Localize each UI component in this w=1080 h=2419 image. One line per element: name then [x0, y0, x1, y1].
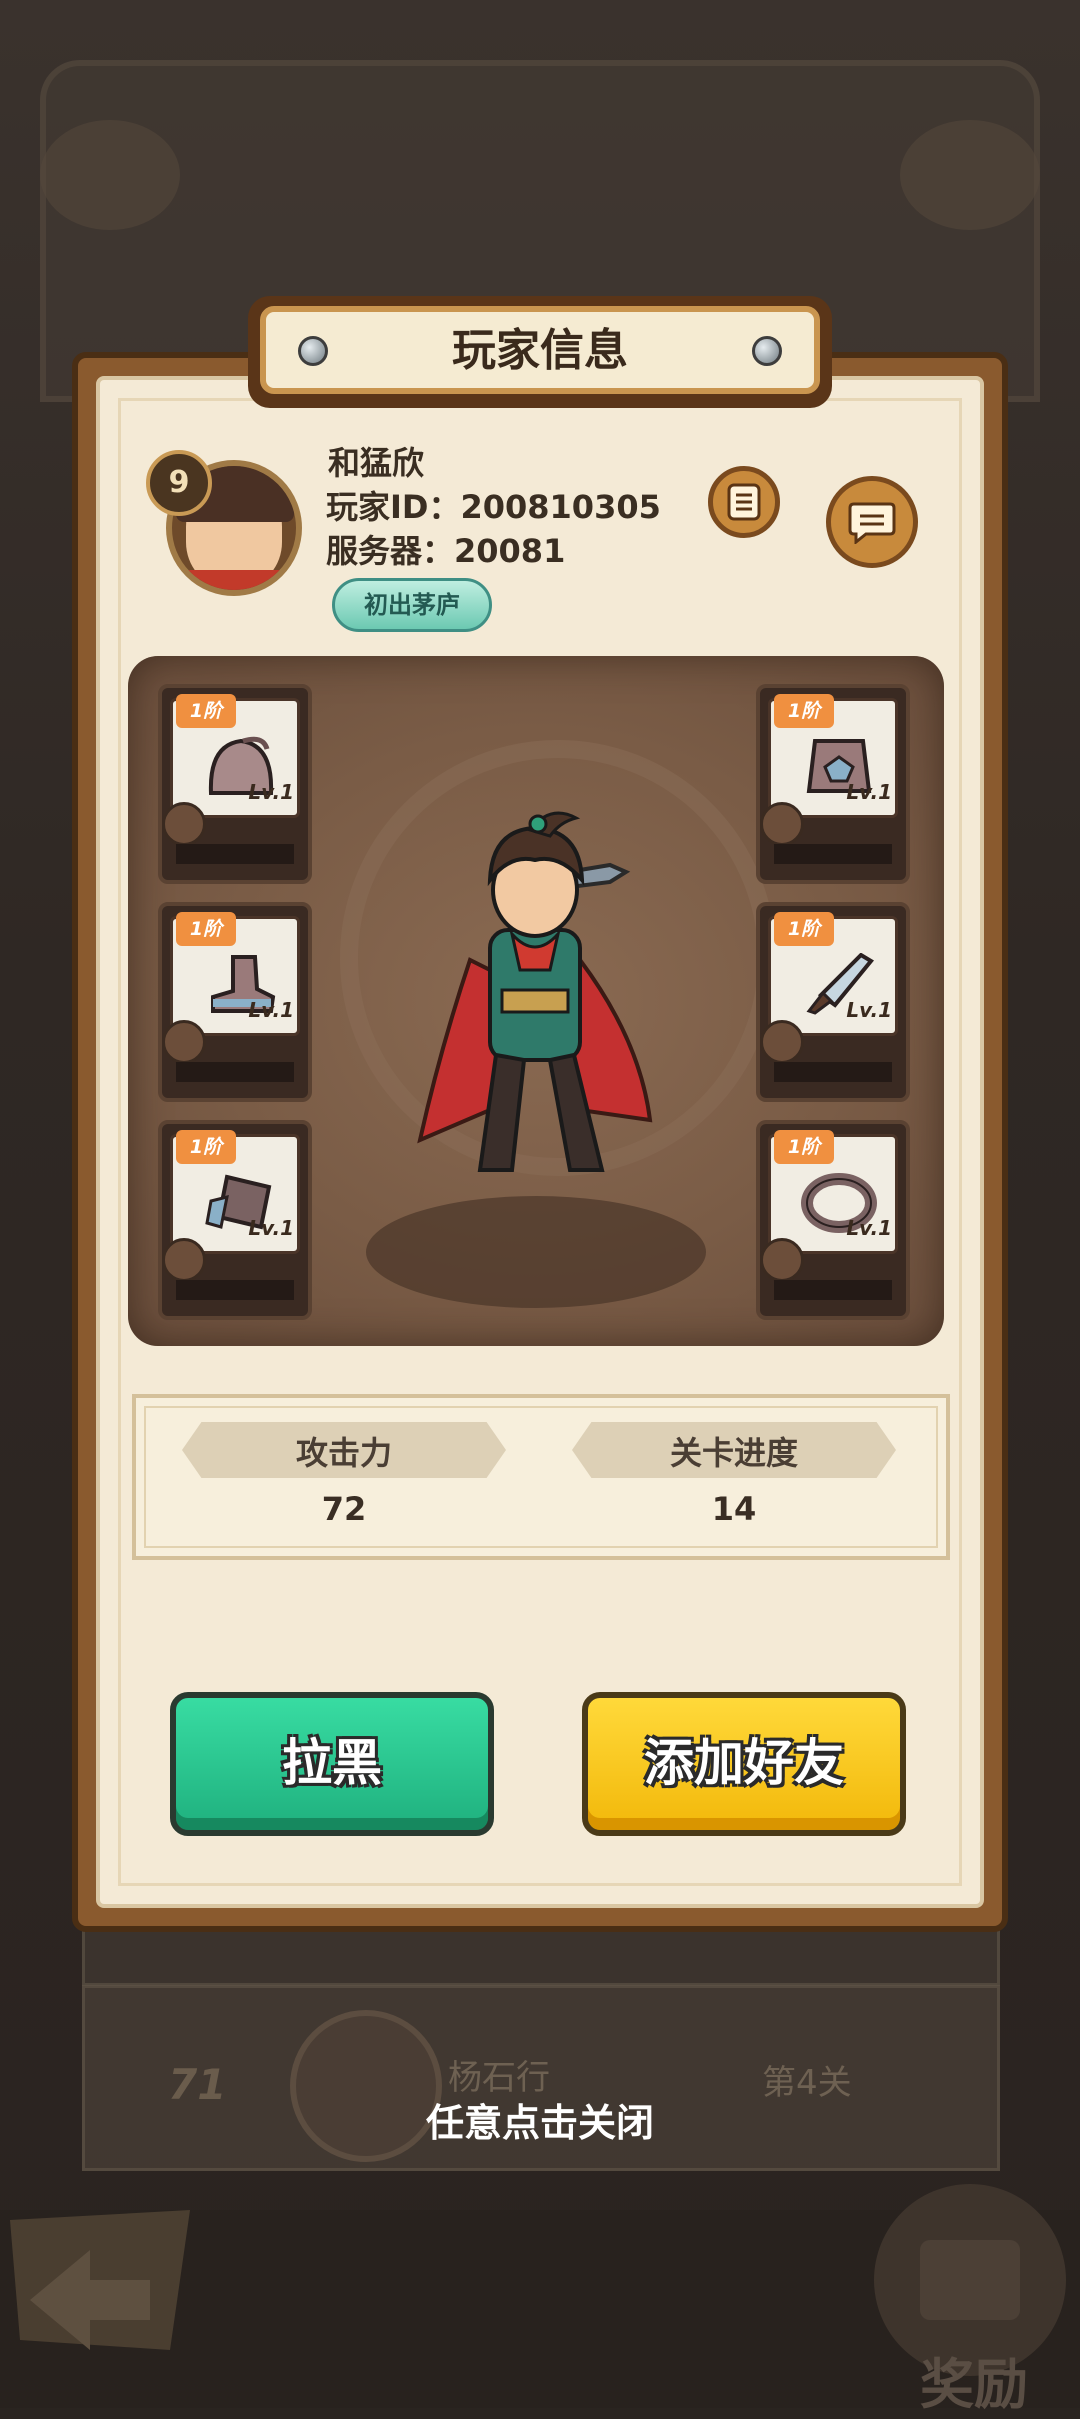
reward-label: 奖励: [920, 2353, 1028, 2416]
item-level: Lv.1: [248, 780, 294, 804]
add-friend-button[interactable]: 添加好友: [582, 1692, 906, 1836]
chat-button[interactable]: [826, 476, 918, 568]
player-rank-badge: 初出茅庐: [332, 578, 492, 632]
tier-badge: 1阶: [774, 694, 834, 728]
equipment-slot-weapon[interactable]: 1阶 Lv.1: [756, 902, 910, 1102]
equipment-slot-feet[interactable]: 1阶 Lv.1: [158, 902, 312, 1102]
attack-label: 攻击力: [295, 1434, 392, 1472]
slot-footer: [774, 1062, 892, 1082]
tier-badge: 1阶: [774, 912, 834, 946]
body-slot-icon: [760, 802, 804, 846]
player-level-badge: 9: [146, 450, 212, 516]
item-level: Lv.1: [248, 998, 294, 1022]
player-server: 服务器：20081: [326, 532, 566, 570]
equipment-slot-head[interactable]: 1阶 Lv.1: [158, 684, 312, 884]
player-name: 和猛欣: [328, 444, 425, 482]
background-dragon-left: [40, 120, 180, 230]
equipment-slot-body[interactable]: 1阶 Lv.1: [756, 684, 910, 884]
tier-badge: 1阶: [176, 912, 236, 946]
item-level: Lv.1: [846, 1216, 892, 1240]
equipment-slot-ring[interactable]: 1阶 Lv.1: [756, 1120, 910, 1320]
hand-slot-icon: [162, 1238, 206, 1282]
slot-footer: [176, 1280, 294, 1300]
record-button[interactable]: [708, 466, 780, 538]
equipment-slot-hand[interactable]: 1阶 Lv.1: [158, 1120, 312, 1320]
note-icon: [727, 483, 761, 521]
item-level: Lv.1: [248, 1216, 294, 1240]
ring-slot-icon: [760, 1238, 804, 1282]
slot-footer: [774, 1280, 892, 1300]
hero-figure: [417, 811, 653, 1172]
slot-footer: [774, 844, 892, 864]
dialog-title-plate: 玩家信息: [248, 296, 832, 408]
background-dragon-right: [900, 120, 1040, 230]
item-level: Lv.1: [846, 998, 892, 1022]
head-slot-icon: [162, 802, 206, 846]
weapon-slot-icon: [760, 1020, 804, 1064]
tier-badge: 1阶: [774, 1130, 834, 1164]
slot-footer: [176, 844, 294, 864]
progress-label: 关卡进度: [669, 1434, 798, 1472]
block-button[interactable]: 拉黑: [170, 1692, 494, 1836]
back-arrow-icon: [10, 2210, 190, 2350]
attack-value: 72: [321, 1490, 367, 1528]
item-level: Lv.1: [846, 780, 892, 804]
dialog-title: 玩家信息: [452, 325, 628, 376]
player-id: 玩家ID：200810305: [326, 488, 661, 526]
chat-icon: [848, 502, 896, 544]
tier-badge: 1阶: [176, 1130, 236, 1164]
close-hint[interactable]: 任意点击关闭: [0, 2092, 1080, 2147]
feet-slot-icon: [162, 1020, 206, 1064]
tier-badge: 1阶: [176, 694, 236, 728]
slot-footer: [176, 1062, 294, 1082]
hero-shadow: [366, 1196, 706, 1308]
progress-value: 14: [711, 1490, 757, 1528]
